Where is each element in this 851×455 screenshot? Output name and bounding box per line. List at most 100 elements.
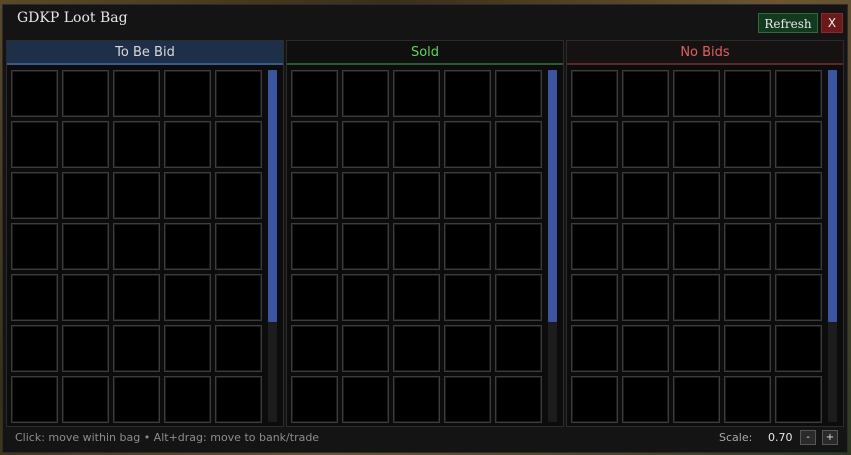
bag-slot[interactable]: [11, 376, 58, 423]
bag-slot[interactable]: [393, 274, 440, 321]
bag-slot[interactable]: [673, 70, 720, 117]
bag-slot[interactable]: [724, 121, 771, 168]
bag-slot[interactable]: [291, 325, 338, 372]
bag-slot[interactable]: [571, 70, 618, 117]
bag-slot[interactable]: [571, 274, 618, 321]
bag-slot[interactable]: [571, 121, 618, 168]
bag-slot[interactable]: [164, 121, 211, 168]
bag-slot[interactable]: [724, 172, 771, 219]
scrollbar-thumb[interactable]: [828, 70, 837, 322]
bag-slot[interactable]: [291, 121, 338, 168]
bag-slot[interactable]: [215, 121, 262, 168]
bag-slot[interactable]: [622, 274, 669, 321]
bag-slot[interactable]: [342, 325, 389, 372]
bag-slot[interactable]: [775, 274, 822, 321]
bag-slot[interactable]: [291, 274, 338, 321]
bag-slot[interactable]: [62, 223, 109, 270]
bag-slot[interactable]: [393, 223, 440, 270]
bag-slot[interactable]: [62, 376, 109, 423]
bag-slot[interactable]: [291, 70, 338, 117]
bag-slot[interactable]: [495, 70, 542, 117]
bag-slot[interactable]: [571, 325, 618, 372]
bag-slot[interactable]: [444, 376, 491, 423]
bag-slot[interactable]: [775, 172, 822, 219]
bag-slot[interactable]: [444, 325, 491, 372]
bag-slot[interactable]: [62, 70, 109, 117]
scale-decrease-button[interactable]: -: [800, 430, 816, 445]
bag-slot[interactable]: [164, 223, 211, 270]
bag-slot[interactable]: [113, 121, 160, 168]
bag-slot[interactable]: [571, 376, 618, 423]
bag-slot[interactable]: [622, 376, 669, 423]
bag-slot[interactable]: [113, 274, 160, 321]
bag-slot[interactable]: [673, 172, 720, 219]
bag-slot[interactable]: [571, 223, 618, 270]
bag-slot[interactable]: [673, 121, 720, 168]
bag-slot[interactable]: [724, 223, 771, 270]
bag-slot[interactable]: [393, 376, 440, 423]
bag-slot[interactable]: [724, 376, 771, 423]
bag-slot[interactable]: [495, 121, 542, 168]
bag-slot[interactable]: [673, 376, 720, 423]
bag-slot[interactable]: [113, 376, 160, 423]
bag-slot[interactable]: [291, 172, 338, 219]
bag-slot[interactable]: [393, 121, 440, 168]
bag-slot[interactable]: [724, 70, 771, 117]
bag-slot[interactable]: [775, 223, 822, 270]
bag-slot[interactable]: [113, 172, 160, 219]
bag-slot[interactable]: [622, 223, 669, 270]
bag-slot[interactable]: [215, 223, 262, 270]
bag-slot[interactable]: [571, 172, 618, 219]
bag-slot[interactable]: [164, 325, 211, 372]
bag-slot[interactable]: [291, 376, 338, 423]
bag-slot[interactable]: [164, 70, 211, 117]
bag-slot[interactable]: [673, 223, 720, 270]
bag-slot[interactable]: [342, 121, 389, 168]
bag-slot[interactable]: [393, 172, 440, 219]
bag-slot[interactable]: [775, 70, 822, 117]
scrollbar-thumb[interactable]: [548, 70, 557, 322]
bag-slot[interactable]: [215, 325, 262, 372]
bag-slot[interactable]: [62, 172, 109, 219]
bag-slot[interactable]: [342, 70, 389, 117]
bag-slot[interactable]: [342, 274, 389, 321]
bag-slot[interactable]: [215, 376, 262, 423]
bag-slot[interactable]: [215, 274, 262, 321]
bag-slot[interactable]: [164, 172, 211, 219]
bag-slot[interactable]: [622, 325, 669, 372]
bag-slot[interactable]: [724, 274, 771, 321]
bag-slot[interactable]: [342, 172, 389, 219]
bag-slot[interactable]: [775, 121, 822, 168]
bag-slot[interactable]: [62, 325, 109, 372]
bag-slot[interactable]: [215, 172, 262, 219]
bag-slot[interactable]: [495, 274, 542, 321]
bag-slot[interactable]: [62, 121, 109, 168]
scale-increase-button[interactable]: +: [822, 430, 838, 445]
bag-slot[interactable]: [342, 223, 389, 270]
bag-slot[interactable]: [113, 325, 160, 372]
bag-slot[interactable]: [444, 70, 491, 117]
bag-slot[interactable]: [215, 70, 262, 117]
bag-slot[interactable]: [11, 274, 58, 321]
bag-slot[interactable]: [11, 172, 58, 219]
bag-slot[interactable]: [622, 172, 669, 219]
bag-slot[interactable]: [11, 325, 58, 372]
bag-slot[interactable]: [444, 172, 491, 219]
bag-slot[interactable]: [164, 274, 211, 321]
bag-slot[interactable]: [495, 376, 542, 423]
bag-slot[interactable]: [11, 121, 58, 168]
bag-slot[interactable]: [495, 223, 542, 270]
bag-slot[interactable]: [622, 70, 669, 117]
bag-slot[interactable]: [673, 274, 720, 321]
refresh-button[interactable]: Refresh: [758, 13, 818, 33]
scrollbar-thumb[interactable]: [268, 70, 277, 322]
bag-slot[interactable]: [393, 70, 440, 117]
bag-slot[interactable]: [444, 121, 491, 168]
bag-slot[interactable]: [113, 70, 160, 117]
bag-slot[interactable]: [444, 274, 491, 321]
bag-slot[interactable]: [724, 325, 771, 372]
bag-slot[interactable]: [444, 223, 491, 270]
bag-slot[interactable]: [62, 274, 109, 321]
bag-slot[interactable]: [775, 325, 822, 372]
bag-slot[interactable]: [393, 325, 440, 372]
